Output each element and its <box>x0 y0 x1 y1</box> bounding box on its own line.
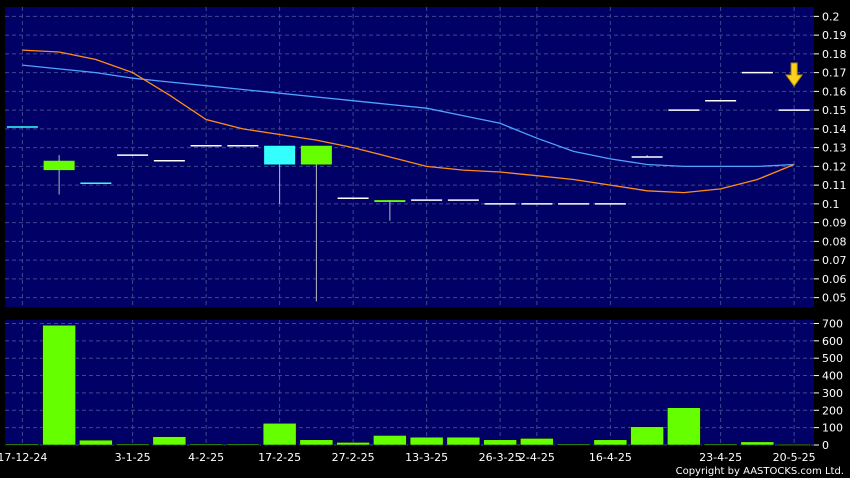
volume-bar <box>5 443 40 446</box>
x-tick-label: 4-2-25 <box>188 451 224 464</box>
candle-body <box>6 126 38 128</box>
candle-body <box>153 160 185 162</box>
price-tick-label: 0.16 <box>822 85 847 98</box>
x-tick-label: 16-4-25 <box>589 451 632 464</box>
volume-bar <box>777 444 811 446</box>
volume-bar <box>667 407 701 446</box>
price-tick-label: 0.2 <box>822 10 840 23</box>
price-tick-label: 0.08 <box>822 235 847 248</box>
volume-bar <box>79 439 113 446</box>
candle-body <box>447 199 479 201</box>
price-tick-label: 0.17 <box>822 67 847 80</box>
volume-bar <box>42 324 76 446</box>
x-tick-label: 23-4-25 <box>699 451 742 464</box>
candle-body <box>43 160 75 171</box>
volume-bar <box>226 443 260 446</box>
volume-bar <box>336 442 370 446</box>
volume-tick-label: 700 <box>822 317 843 330</box>
volume-tick-label: 600 <box>822 335 843 348</box>
price-tick-label: 0.1 <box>822 198 840 211</box>
volume-bar <box>556 443 591 446</box>
volume-tick-label: 0 <box>822 439 829 452</box>
candle-body <box>741 71 773 74</box>
candle-body <box>631 156 663 158</box>
x-tick-label: 2-4-25 <box>519 451 555 464</box>
candle-body <box>558 203 590 205</box>
price-tick-label: 0.05 <box>822 292 847 305</box>
volume-bar <box>740 441 775 446</box>
candle-body <box>117 154 149 156</box>
x-tick-label: 13-3-25 <box>405 451 448 464</box>
x-tick-label: 26-3-25 <box>479 451 522 464</box>
candle-body <box>705 100 737 102</box>
price-tick-label: 0.14 <box>822 123 847 136</box>
candle-body <box>411 199 443 201</box>
candle-body <box>337 197 369 199</box>
volume-bar <box>373 435 407 446</box>
price-tick-label: 0.06 <box>822 273 847 286</box>
volume-bar <box>593 439 628 446</box>
volume-bar <box>299 439 334 446</box>
candle-body <box>521 203 553 205</box>
price-tick-label: 0.11 <box>822 179 847 192</box>
volume-bar <box>520 438 554 446</box>
price-tick-label: 0.15 <box>822 104 847 117</box>
price-panel-bg <box>5 7 814 307</box>
volume-bar <box>189 443 223 446</box>
price-tick-label: 0.13 <box>822 142 847 155</box>
x-tick-label: 17-2-25 <box>258 451 301 464</box>
volume-tick-label: 200 <box>822 404 843 417</box>
price-tick-label: 0.18 <box>822 48 847 61</box>
volume-tick-label: 300 <box>822 387 843 400</box>
volume-bar <box>630 426 664 446</box>
volume-tick-label: 100 <box>822 422 843 435</box>
candle-body <box>300 145 332 165</box>
volume-tick-label: 400 <box>822 370 843 383</box>
volume-bar <box>115 443 150 446</box>
volume-bar <box>483 439 517 446</box>
x-tick-label: 27-2-25 <box>332 451 375 464</box>
volume-bar <box>446 436 481 446</box>
price-tick-label: 0.12 <box>822 160 847 173</box>
copyright-notice: Copyright by AASTOCKS.com Ltd. <box>675 466 844 477</box>
stock-chart: 0.05 0.06 0.07 0.08 0.09 0.1 0.11 0.12 0.13 0.14 0… <box>0 7 847 464</box>
price-tick-label: 0.09 <box>822 217 847 230</box>
x-tick-label: 20-5-25 <box>773 451 816 464</box>
candle-body <box>668 109 700 111</box>
candle-body <box>484 203 516 205</box>
candle-body <box>80 182 112 184</box>
volume-bar <box>703 443 738 446</box>
price-tick-label: 0.19 <box>822 29 847 42</box>
candle-body <box>264 145 296 165</box>
volume-tick-label: 500 <box>822 352 843 365</box>
x-tick-label: 17-12-24 <box>0 451 47 464</box>
price-tick-label: 0.07 <box>822 254 847 267</box>
candle-body <box>190 145 222 147</box>
candle-body <box>374 200 406 202</box>
volume-bar <box>152 436 187 446</box>
candle-body <box>594 203 626 205</box>
candle-body <box>227 145 259 147</box>
candle-body <box>778 109 810 111</box>
x-tick-label: 3-1-25 <box>115 451 151 464</box>
volume-bar <box>409 436 444 446</box>
volume-bar <box>262 423 297 446</box>
